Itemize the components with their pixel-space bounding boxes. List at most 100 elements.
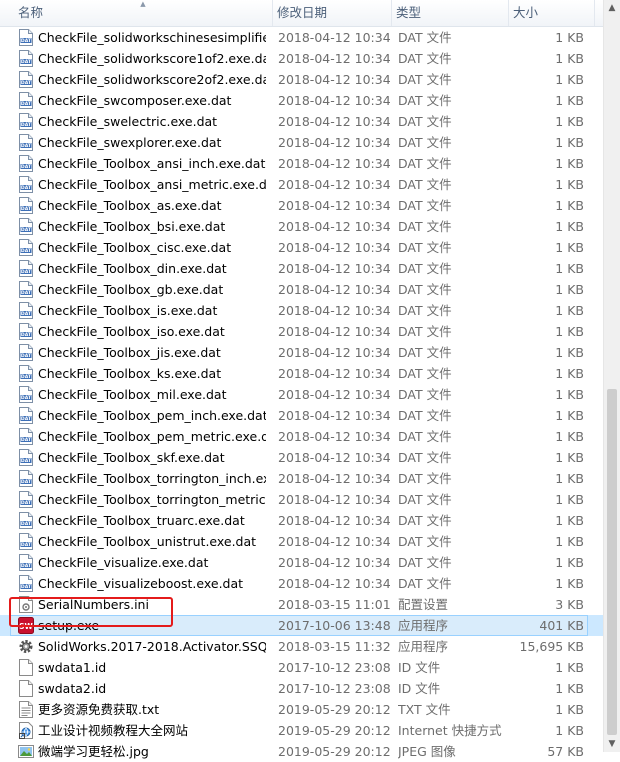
file-row[interactable]: DAT CheckFile_Toolbox_torrington_metric..… [0,489,604,510]
file-name: CheckFile_solidworkschinesesimplifie... [38,30,266,45]
file-modified-date: 2018-04-12 10:34 [278,156,390,171]
file-size: 1 KB [555,51,584,66]
dat-file-icon: DAT [18,302,34,319]
file-row[interactable]: DAT CheckFile_Toolbox_gb.exe.dat 2018-04-1… [0,279,604,300]
file-row[interactable]: DAT CheckFile_Toolbox_jis.exe.dat 2018-04-… [0,342,604,363]
dat-file-icon: DAT [18,176,34,193]
file-name: CheckFile_solidworkscore2of2.exe.dat [38,72,266,87]
file-name: CheckFile_Toolbox_skf.exe.dat [38,450,225,465]
file-name: CheckFile_visualize.exe.dat [38,555,209,570]
file-size: 1 KB [555,429,584,444]
scroll-up-icon[interactable]: ▲ [604,0,620,16]
file-type: DAT 文件 [398,51,452,66]
file-name: CheckFile_Toolbox_unistrut.exe.dat [38,534,257,549]
file-name: CheckFile_Toolbox_truarc.exe.dat [38,513,245,528]
dat-file-icon: DAT [18,155,34,172]
dat-file-icon: DAT [18,323,34,340]
svg-text:DAT: DAT [21,38,32,44]
file-row[interactable]: DAT CheckFile_Toolbox_is.exe.dat 2018-04-1… [0,300,604,321]
file-size: 1 KB [555,135,584,150]
column-header-size[interactable]: 大小 [509,0,595,26]
file-name: CheckFile_Toolbox_ansi_metric.exe.dat [38,177,266,192]
svg-text:DAT: DAT [21,374,32,380]
file-row[interactable]: DAT CheckFile_Toolbox_bsi.exe.dat 2018-04-… [0,216,604,237]
column-header-size-label: 大小 [513,5,539,20]
file-row[interactable]: DAT CheckFile_Toolbox_cisc.exe.dat 2018-04… [0,237,604,258]
file-type: DAT 文件 [398,282,452,297]
column-header-type[interactable]: 类型 [392,0,509,26]
file-row[interactable]: DAT CheckFile_Toolbox_as.exe.dat 2018-04-1… [0,195,604,216]
dat-file-icon: DAT [18,533,34,550]
scroll-down-icon[interactable]: ▼ [604,736,620,752]
file-row[interactable]: DAT CheckFile_Toolbox_ansi_inch.exe.dat 20… [0,153,604,174]
file-type: DAT 文件 [398,114,452,129]
dat-file-icon: DAT [18,470,34,487]
blank-file-icon [18,680,34,697]
dat-file-icon: DAT [18,575,34,592]
file-name: CheckFile_swcomposer.exe.dat [38,93,232,108]
file-size: 1 KB [555,471,584,486]
file-row[interactable]: DAT CheckFile_Toolbox_ks.exe.dat 2018-04-1… [0,363,604,384]
file-row-selected[interactable]: SW setup.exe 2017-10-06 13:48 应用程序 401 KB [0,615,604,636]
file-row[interactable]: DAT CheckFile_Toolbox_ansi_metric.exe.dat… [0,174,604,195]
sort-ascending-icon: ▲ [140,0,146,8]
file-row[interactable]: swdata1.id 2017-10-12 23:08 ID 文件 1 KB [0,657,604,678]
file-row[interactable]: DAT CheckFile_visualize.exe.dat 2018-04-12… [0,552,604,573]
file-modified-date: 2018-04-12 10:34 [278,219,390,234]
file-row[interactable]: DAT CheckFile_visualizeboost.exe.dat 2018-… [0,573,604,594]
file-row[interactable]: swdata2.id 2017-10-12 23:08 ID 文件 1 KB [0,678,604,699]
file-type: DAT 文件 [398,72,452,87]
file-size: 1 KB [555,408,584,423]
file-row[interactable]: DAT CheckFile_Toolbox_truarc.exe.dat 2018-… [0,510,604,531]
file-type: 应用程序 [398,639,449,654]
dat-file-icon: DAT [18,281,34,298]
file-row[interactable]: 工业设计视频教程大全网站 2019-05-29 20:12 Internet 快捷方… [0,720,604,741]
blank-file-icon [18,659,34,676]
file-name: CheckFile_Toolbox_bsi.exe.dat [38,219,226,234]
file-modified-date: 2018-04-12 10:34 [278,576,390,591]
file-row[interactable]: DAT CheckFile_swcomposer.exe.dat 2018-04-1… [0,90,604,111]
vertical-scrollbar[interactable]: ▲ ▼ [603,0,620,752]
file-modified-date: 2018-04-12 10:34 [278,261,390,276]
file-modified-date: 2019-05-29 20:12 [278,702,390,717]
file-type: DAT 文件 [398,387,452,402]
file-name: CheckFile_Toolbox_ks.exe.dat [38,366,222,381]
file-modified-date: 2018-04-12 10:34 [278,555,390,570]
file-modified-date: 2018-04-12 10:34 [278,30,390,45]
file-row[interactable]: DAT CheckFile_solidworkscore1of2.exe.dat 2… [0,48,604,69]
file-row[interactable]: SerialNumbers.ini 2018-03-15 11:01 配置设置 3 K… [0,594,604,615]
file-row[interactable]: 更多资源免费获取.txt 2019-05-29 20:12 TXT 文件 1 KB [0,699,604,720]
column-header-type-label: 类型 [396,5,422,20]
file-row[interactable]: DAT CheckFile_Toolbox_skf.exe.dat 2018-04-… [0,447,604,468]
file-size: 1 KB [555,72,584,87]
dat-file-icon: DAT [18,29,34,46]
file-type: ID 文件 [398,660,441,675]
file-row[interactable]: DAT CheckFile_solidworkschinesesimplifie.… [0,27,604,48]
file-row[interactable]: DAT CheckFile_Toolbox_iso.exe.dat 2018-04-… [0,321,604,342]
file-row[interactable]: DAT CheckFile_Toolbox_unistrut.exe.dat 201… [0,531,604,552]
file-row[interactable]: DAT CheckFile_solidworkscore2of2.exe.dat 2… [0,69,604,90]
file-size: 1 KB [555,387,584,402]
file-row[interactable]: DAT CheckFile_Toolbox_pem_inch.exe.dat 201… [0,405,604,426]
file-name: CheckFile_solidworkscore1of2.exe.dat [38,51,266,66]
column-header-name[interactable]: ▲ 名称 [14,0,273,26]
file-type: DAT 文件 [398,303,452,318]
file-row[interactable]: DAT CheckFile_Toolbox_din.exe.dat 2018-04-… [0,258,604,279]
file-type: DAT 文件 [398,345,452,360]
file-modified-date: 2018-04-12 10:34 [278,324,390,339]
file-size: 1 KB [555,345,584,360]
file-type: DAT 文件 [398,135,452,150]
file-row[interactable]: DAT CheckFile_Toolbox_torrington_inch.ex.… [0,468,604,489]
file-type: DAT 文件 [398,492,452,507]
dat-file-icon: DAT [18,218,34,235]
file-row[interactable]: DAT CheckFile_Toolbox_mil.exe.dat 2018-04-… [0,384,604,405]
file-size: 1 KB [555,282,584,297]
file-row[interactable]: DAT CheckFile_swelectric.exe.dat 2018-04-1… [0,111,604,132]
scrollbar-thumb[interactable] [607,389,617,735]
file-row[interactable]: DAT CheckFile_Toolbox_pem_metric.exe.dat 2… [0,426,604,447]
file-size: 1 KB [555,261,584,276]
file-row[interactable]: DAT CheckFile_swexplorer.exe.dat 2018-04-1… [0,132,604,153]
file-type: DAT 文件 [398,219,452,234]
file-row[interactable]: SolidWorks.2017-2018.Activator.SSQ.... 20… [0,636,604,657]
column-header-date[interactable]: 修改日期 [273,0,392,26]
